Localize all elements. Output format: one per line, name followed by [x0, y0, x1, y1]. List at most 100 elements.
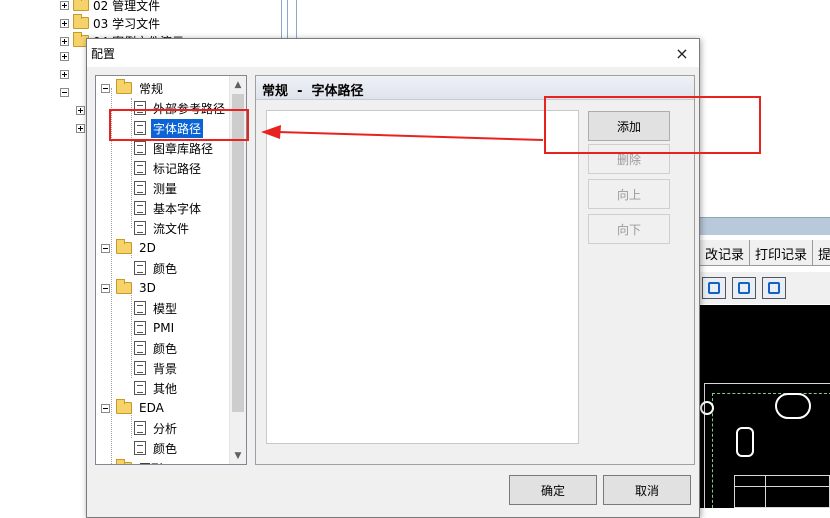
- ok-button[interactable]: 确定: [509, 475, 597, 505]
- expand-icon[interactable]: [76, 124, 85, 133]
- tree-connector: [131, 98, 132, 228]
- tree-folder-node[interactable]: 3D: [101, 278, 158, 298]
- document-icon: [134, 181, 146, 195]
- tree-leaf-node[interactable]: 背景: [134, 358, 179, 378]
- collapse-icon[interactable]: [101, 403, 110, 413]
- tree-folder-node[interactable]: 2D: [101, 238, 158, 258]
- bg-tree-label: 03 学习文件: [93, 16, 161, 31]
- tree-node-label: 2D: [139, 241, 156, 255]
- tree-leaf-node[interactable]: 其他: [134, 378, 179, 398]
- tree-node-label: 标记路径: [153, 161, 202, 176]
- bg-panel-header: [700, 217, 830, 235]
- tree-leaf-node[interactable]: 分析: [134, 418, 179, 438]
- tree-node-label: 图章库路径: [153, 141, 214, 156]
- tree-node-label: 分析: [153, 421, 178, 436]
- expand-icon[interactable]: [60, 70, 69, 79]
- tree-node-label: PMI: [153, 321, 175, 335]
- panel-header: 常规 - 字体路径: [256, 76, 694, 100]
- drawing-part-shape: [775, 393, 811, 419]
- zoom-icon[interactable]: [702, 277, 726, 299]
- scroll-thumb[interactable]: [232, 94, 244, 412]
- cad-drawing-view[interactable]: [700, 305, 830, 508]
- collapse-icon[interactable]: [60, 88, 69, 97]
- tree-leaf-node[interactable]: 字体路径: [134, 118, 204, 138]
- bg-tree-row[interactable]: 03 学习文件: [60, 14, 160, 32]
- layers-icon[interactable]: [732, 277, 756, 299]
- expand-icon[interactable]: [60, 52, 69, 61]
- document-icon: [134, 421, 146, 435]
- bg-tab-bar: 改记录 打印记录 提醒: [700, 240, 830, 266]
- tree-node-label: 常规: [139, 81, 164, 96]
- tree-leaf-node[interactable]: 颜色: [134, 338, 179, 358]
- expand-icon[interactable]: [60, 18, 69, 28]
- settings-content-panel: 常规 - 字体路径 添加 删除 向上 向下: [255, 75, 695, 465]
- tree-node-label: 模型: [153, 301, 178, 316]
- document-icon: [134, 121, 146, 135]
- move-down-button[interactable]: 向下: [588, 214, 670, 244]
- delete-button[interactable]: 删除: [588, 144, 670, 174]
- document-icon: [134, 201, 146, 215]
- tree-leaf-node[interactable]: 测量: [134, 178, 179, 198]
- expand-icon[interactable]: [60, 0, 69, 10]
- measure-icon[interactable]: [762, 277, 786, 299]
- tree-leaf-node[interactable]: 颜色: [134, 258, 179, 278]
- document-icon: [134, 101, 146, 115]
- collapse-icon[interactable]: [101, 283, 110, 293]
- bg-tab[interactable]: 提醒: [813, 240, 830, 265]
- tree-leaf-node[interactable]: 模型: [134, 298, 179, 318]
- tree-node-label: EDA: [139, 401, 164, 415]
- bg-tab[interactable]: 改记录: [700, 240, 751, 265]
- tree-folder-node[interactable]: EDA: [101, 398, 166, 418]
- dialog-titlebar[interactable]: 配置 ×: [87, 39, 699, 67]
- tree-node-label: 基本字体: [153, 201, 202, 216]
- tree-node-label: 测量: [153, 181, 178, 196]
- tree-leaf-node[interactable]: 外部参考路径: [134, 98, 227, 118]
- close-icon[interactable]: ×: [671, 42, 693, 64]
- bg-tab[interactable]: 打印记录: [750, 240, 814, 265]
- tree-node-label: 3D: [139, 281, 156, 295]
- folder-icon: [116, 399, 132, 414]
- folder-icon: [73, 14, 89, 29]
- collapse-icon[interactable]: [101, 243, 110, 253]
- bg-tree-row[interactable]: 02 管理文件: [60, 0, 160, 14]
- tree-node-label: 外部参考路径: [153, 101, 226, 116]
- add-button[interactable]: 添加: [588, 111, 670, 141]
- font-path-list[interactable]: [266, 110, 579, 444]
- move-up-button[interactable]: 向上: [588, 179, 670, 209]
- collapse-icon[interactable]: [101, 83, 110, 93]
- folder-icon: [116, 79, 132, 94]
- drawing-part-shape: [700, 401, 714, 415]
- document-icon: [134, 261, 146, 275]
- tree-node-label: 颜色: [153, 341, 178, 356]
- tree-leaf-node[interactable]: 流文件: [134, 218, 191, 238]
- tree-leaf-node[interactable]: 颜色: [134, 438, 179, 458]
- tree-node-label: 图形: [137, 459, 165, 465]
- tree-connector: [131, 288, 132, 378]
- tree-folder-node[interactable]: 图形: [101, 458, 165, 465]
- document-icon: [134, 341, 146, 355]
- document-icon: [134, 161, 146, 175]
- scroll-up-arrow-icon[interactable]: ▲: [230, 76, 246, 93]
- settings-tree[interactable]: 常规外部参考路径字体路径图章库路径标记路径测量基本字体流文件 2D 颜色 3D 模型 PM…: [95, 75, 247, 465]
- cancel-button[interactable]: 取消: [603, 475, 691, 505]
- folder-icon: [116, 279, 132, 294]
- tree-node-label: 流文件: [153, 221, 190, 236]
- tree-leaf-node[interactable]: PMI: [134, 318, 176, 338]
- tree-scrollbar[interactable]: ▲ ▼: [229, 76, 246, 464]
- expand-icon[interactable]: [60, 36, 69, 46]
- document-icon: [134, 221, 146, 235]
- tree-node-label: 颜色: [153, 261, 178, 276]
- dialog-title: 配置: [91, 47, 116, 61]
- folder-icon: [116, 239, 132, 254]
- document-icon: [134, 441, 146, 455]
- document-icon: [134, 321, 146, 335]
- tree-leaf-node[interactable]: 标记路径: [134, 158, 203, 178]
- expand-icon[interactable]: [76, 106, 85, 115]
- tree-leaf-node[interactable]: 基本字体: [134, 198, 203, 218]
- tree-folder-node[interactable]: 常规: [101, 78, 165, 98]
- document-icon: [134, 141, 146, 155]
- scroll-down-arrow-icon[interactable]: ▼: [230, 447, 246, 464]
- folder-icon: [116, 459, 132, 464]
- tree-leaf-node[interactable]: 图章库路径: [134, 138, 215, 158]
- collapse-icon[interactable]: [101, 463, 110, 464]
